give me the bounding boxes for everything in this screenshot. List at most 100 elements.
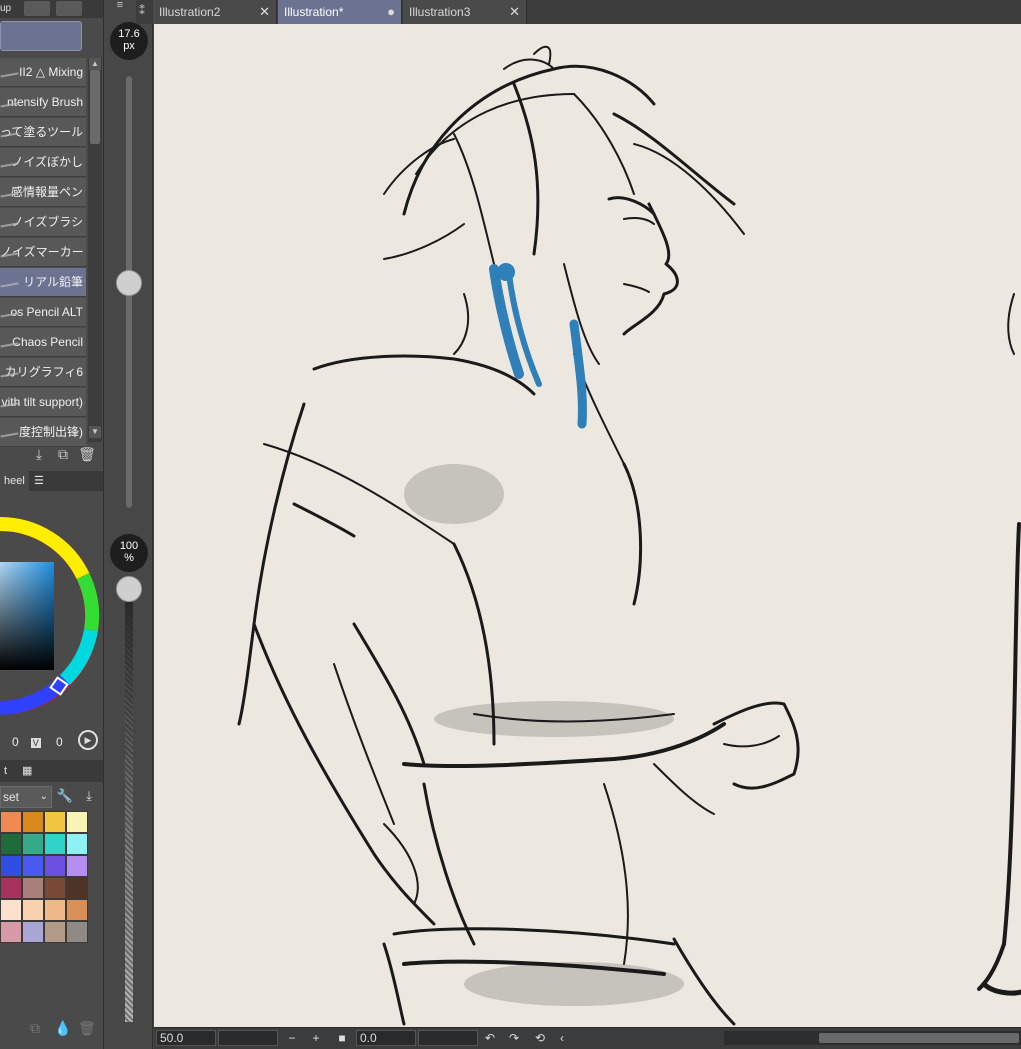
rotation-field[interactable]: 0.0 — [356, 1030, 416, 1046]
brush-item[interactable]: カリグラフィ6 — [0, 358, 86, 387]
drawing-canvas[interactable] — [154, 24, 1021, 1027]
rotation-slider[interactable] — [418, 1030, 478, 1046]
sub-tool-group-tabs: up — [0, 0, 103, 18]
color-swatch[interactable] — [0, 899, 22, 921]
rotate-right-icon[interactable]: ↷ — [506, 1029, 522, 1047]
left-panel: up II2 △ Mixing ntensify Brush って塗るツール ノイズぼ… — [0, 0, 104, 1049]
scroll-thumb[interactable] — [90, 70, 100, 144]
color-value-h: 0 — [12, 735, 19, 749]
color-swatch[interactable] — [22, 811, 44, 833]
close-icon[interactable]: ✕ — [509, 0, 520, 24]
pin-icon[interactable]: ⁑ — [139, 4, 145, 18]
color-swatches — [0, 811, 88, 943]
palette-set-select[interactable]: set ⌄ — [0, 786, 52, 808]
color-sliders-icon[interactable]: ☰ — [30, 471, 60, 491]
color-swatch[interactable] — [22, 833, 44, 855]
color-swatch[interactable] — [66, 877, 88, 899]
zoom-slider[interactable] — [218, 1030, 278, 1046]
brush-label: Chaos Pencil — [12, 335, 83, 349]
scroll-up-icon[interactable]: ▲ — [89, 58, 101, 70]
settings-sliders-icon[interactable] — [24, 1, 50, 16]
brush-item[interactable]: vith tilt support) — [0, 388, 86, 417]
brush-item[interactable]: ノイズマーカー — [0, 238, 86, 267]
swap-icon[interactable] — [56, 1, 82, 16]
brush-item[interactable]: 度控制出锋) — [0, 418, 86, 447]
color-swatch[interactable] — [22, 877, 44, 899]
fit-square-icon[interactable]: ■ — [334, 1029, 350, 1047]
delete-color-icon[interactable]: 🗑 — [78, 1020, 96, 1037]
brush-stroke-preview-icon — [0, 426, 19, 438]
brush-item[interactable]: os Pencil ALT — [0, 298, 86, 327]
color-swatch[interactable] — [66, 899, 88, 921]
v-badge[interactable]: V — [30, 738, 41, 748]
group-tab-label[interactable]: up — [0, 3, 11, 14]
trash-icon[interactable]: 🗑 — [78, 446, 96, 463]
brush-item[interactable]: ntensify Brush — [0, 88, 86, 117]
color-swatch[interactable] — [0, 921, 22, 943]
opacity-badge: 100 % — [110, 534, 148, 572]
color-swatch[interactable] — [66, 921, 88, 943]
download-icon[interactable]: ⤓ — [80, 788, 98, 806]
sub-tool-scrollbar[interactable]: ▲ ▼ — [88, 58, 102, 442]
color-swatch[interactable] — [66, 833, 88, 855]
wrench-icon[interactable]: 🔧 — [56, 788, 74, 806]
brush-size-knob[interactable] — [116, 270, 142, 296]
color-swatch[interactable] — [22, 921, 44, 943]
brush-label: ntensify Brush — [6, 95, 83, 109]
scroll-down-icon[interactable]: ▼ — [89, 426, 101, 438]
brush-item[interactable]: 感情報量ペン — [0, 178, 86, 207]
color-wheel[interactable] — [0, 510, 102, 722]
tab-color-wheel[interactable]: heel — [0, 471, 29, 491]
zoom-in-button[interactable]: + — [308, 1029, 324, 1047]
duplicate-icon[interactable]: ⧉ — [54, 446, 72, 463]
play-icon[interactable]: ▶ — [78, 730, 98, 750]
brush-item[interactable]: ノイズぼかし — [0, 148, 86, 177]
horizontal-scrollbar[interactable] — [724, 1031, 1021, 1045]
close-icon[interactable]: ✕ — [259, 0, 270, 24]
color-swatch[interactable] — [22, 855, 44, 877]
color-swatch[interactable] — [44, 877, 66, 899]
import-icon[interactable]: ⤓ — [30, 446, 48, 463]
zoom-field[interactable]: 50.0 — [156, 1030, 216, 1046]
color-swatch[interactable] — [44, 921, 66, 943]
brush-item[interactable]: ノイズブラシ — [0, 208, 86, 237]
brush-group-header[interactable] — [0, 21, 82, 51]
color-swatch[interactable] — [0, 855, 22, 877]
chevron-left-icon[interactable]: ‹ — [554, 1029, 570, 1047]
brush-item[interactable]: リアル鉛筆 — [0, 268, 86, 297]
tab-illustration3[interactable]: Illustration3 ✕ — [403, 0, 527, 24]
opacity-knob[interactable] — [116, 576, 142, 602]
scroll-thumb[interactable] — [819, 1033, 1019, 1043]
color-swatch[interactable] — [0, 877, 22, 899]
reset-rotation-icon[interactable]: ⟲ — [532, 1029, 548, 1047]
palette-set-label: set — [3, 790, 20, 804]
sketch-artwork — [237, 45, 1021, 1026]
tab-palette[interactable]: t — [0, 760, 11, 780]
brush-item[interactable]: II2 △ Mixing — [0, 58, 86, 87]
zoom-out-button[interactable]: − — [284, 1029, 300, 1047]
color-swatch[interactable] — [44, 855, 66, 877]
unsaved-dot-icon[interactable]: ● — [387, 0, 395, 24]
color-swatch[interactable] — [0, 833, 22, 855]
color-swatch[interactable] — [66, 855, 88, 877]
color-swatch[interactable] — [66, 811, 88, 833]
menu-icon[interactable]: ≡ — [110, 0, 130, 12]
tab-illustration2[interactable]: Illustration2 ✕ — [153, 0, 277, 24]
brush-item[interactable]: Chaos Pencil — [0, 328, 86, 357]
opacity-track[interactable] — [125, 600, 133, 1022]
color-swatch[interactable] — [44, 811, 66, 833]
brush-label: II2 △ Mixing — [19, 65, 83, 79]
color-swatch[interactable] — [44, 899, 66, 921]
tab-illustration[interactable]: Illustration* ● — [278, 0, 402, 24]
clip-studio-window: up II2 △ Mixing ntensify Brush って塗るツール ノイズぼ… — [0, 0, 1021, 1049]
film-icon[interactable]: ▦ — [18, 760, 36, 780]
tab-label: Illustration* — [284, 5, 344, 19]
rotate-left-icon[interactable]: ↶ — [482, 1029, 498, 1047]
color-swatch[interactable] — [0, 811, 22, 833]
add-color-icon[interactable]: 💧 — [54, 1020, 72, 1037]
color-swatch[interactable] — [44, 833, 66, 855]
copy-icon[interactable]: ⧉ — [30, 1020, 48, 1037]
color-swatch[interactable] — [22, 899, 44, 921]
brush-item[interactable]: って塗るツール — [0, 118, 86, 147]
brush-label: os Pencil ALT — [10, 305, 83, 319]
